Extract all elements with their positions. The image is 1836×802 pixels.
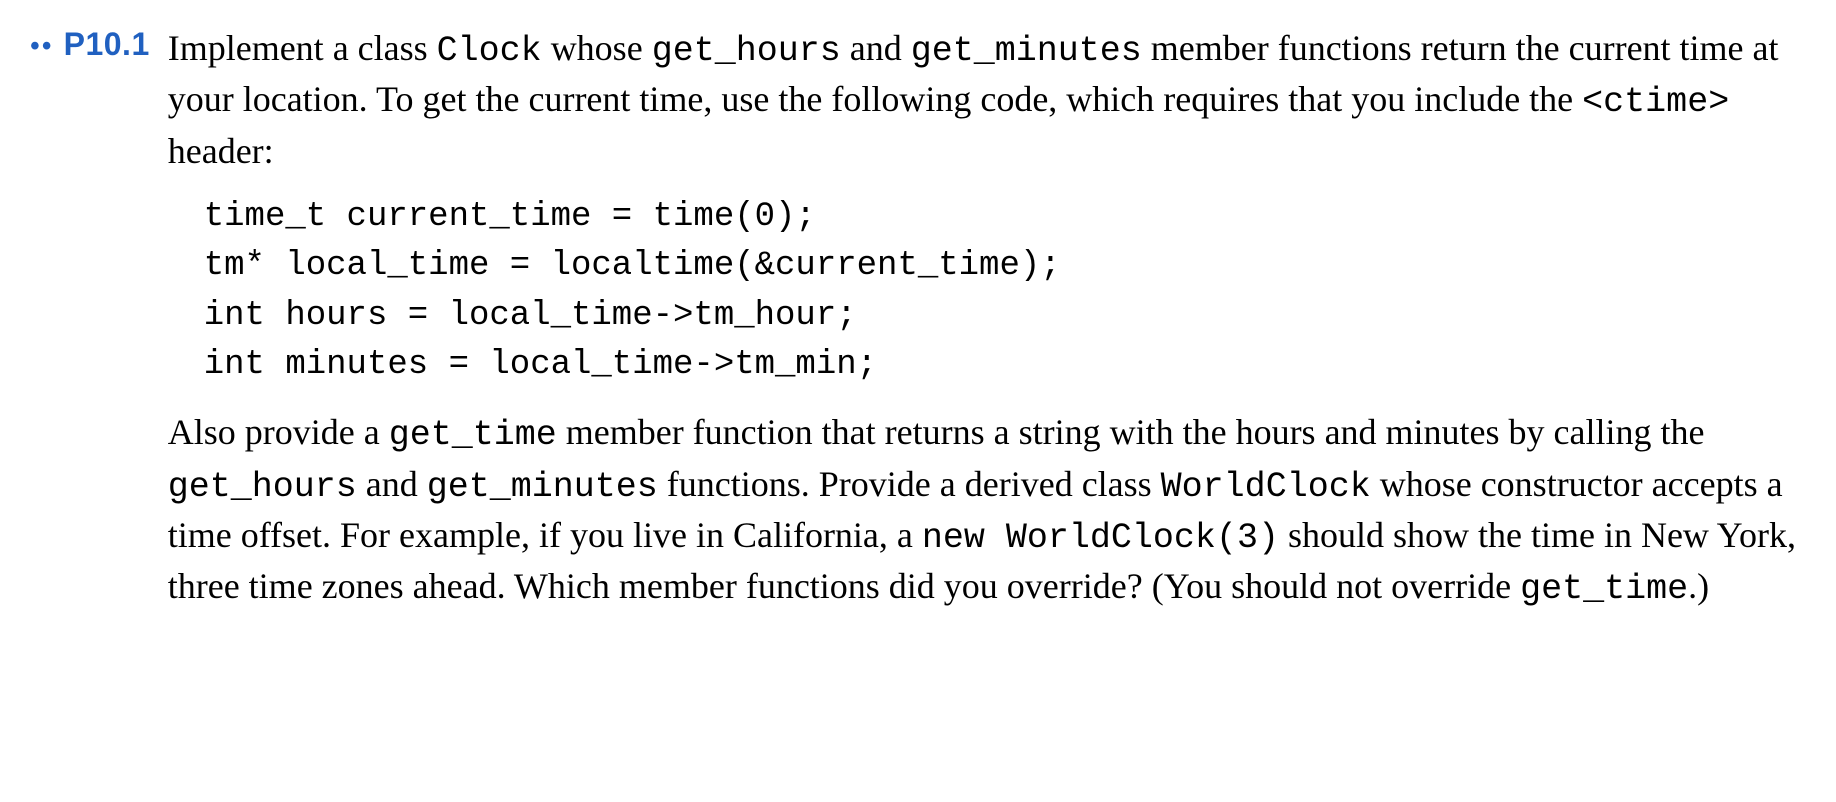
code-inline: get_hours [168, 467, 357, 507]
text-run: .) [1688, 566, 1709, 606]
text-run: member function that returns a string wi… [557, 412, 1705, 452]
text-run: functions. Provide a derived class [658, 464, 1161, 504]
code-inline: <ctime> [1582, 82, 1729, 122]
problem-body: Implement a class Clock whose get_hours … [168, 24, 1806, 621]
text-run: and [357, 464, 427, 504]
code-inline: get_minutes [911, 31, 1142, 71]
code-inline: WorldClock [1161, 467, 1371, 507]
text-run: header: [168, 131, 274, 171]
text-run: Also provide a [168, 412, 389, 452]
code-block: time_t current_time = time(0); tm* local… [204, 193, 1806, 390]
text-run: Implement a class [168, 28, 437, 68]
problem-label: •• P10.1 [30, 24, 150, 63]
code-inline: get_minutes [427, 467, 658, 507]
text-run: and [841, 28, 911, 68]
code-inline: get_time [389, 415, 557, 455]
code-inline: get_hours [652, 31, 841, 71]
problem-number: P10.1 [64, 26, 150, 63]
code-inline: new WorldClock(3) [922, 518, 1279, 558]
problem-container: •• P10.1 Implement a class Clock whose g… [30, 24, 1806, 621]
paragraph-2: Also provide a get_time member function … [168, 408, 1806, 613]
difficulty-bullets: •• [30, 33, 54, 61]
code-inline: get_time [1520, 569, 1688, 609]
code-inline: Clock [437, 31, 542, 71]
paragraph-1: Implement a class Clock whose get_hours … [168, 24, 1806, 175]
text-run: whose [542, 28, 652, 68]
